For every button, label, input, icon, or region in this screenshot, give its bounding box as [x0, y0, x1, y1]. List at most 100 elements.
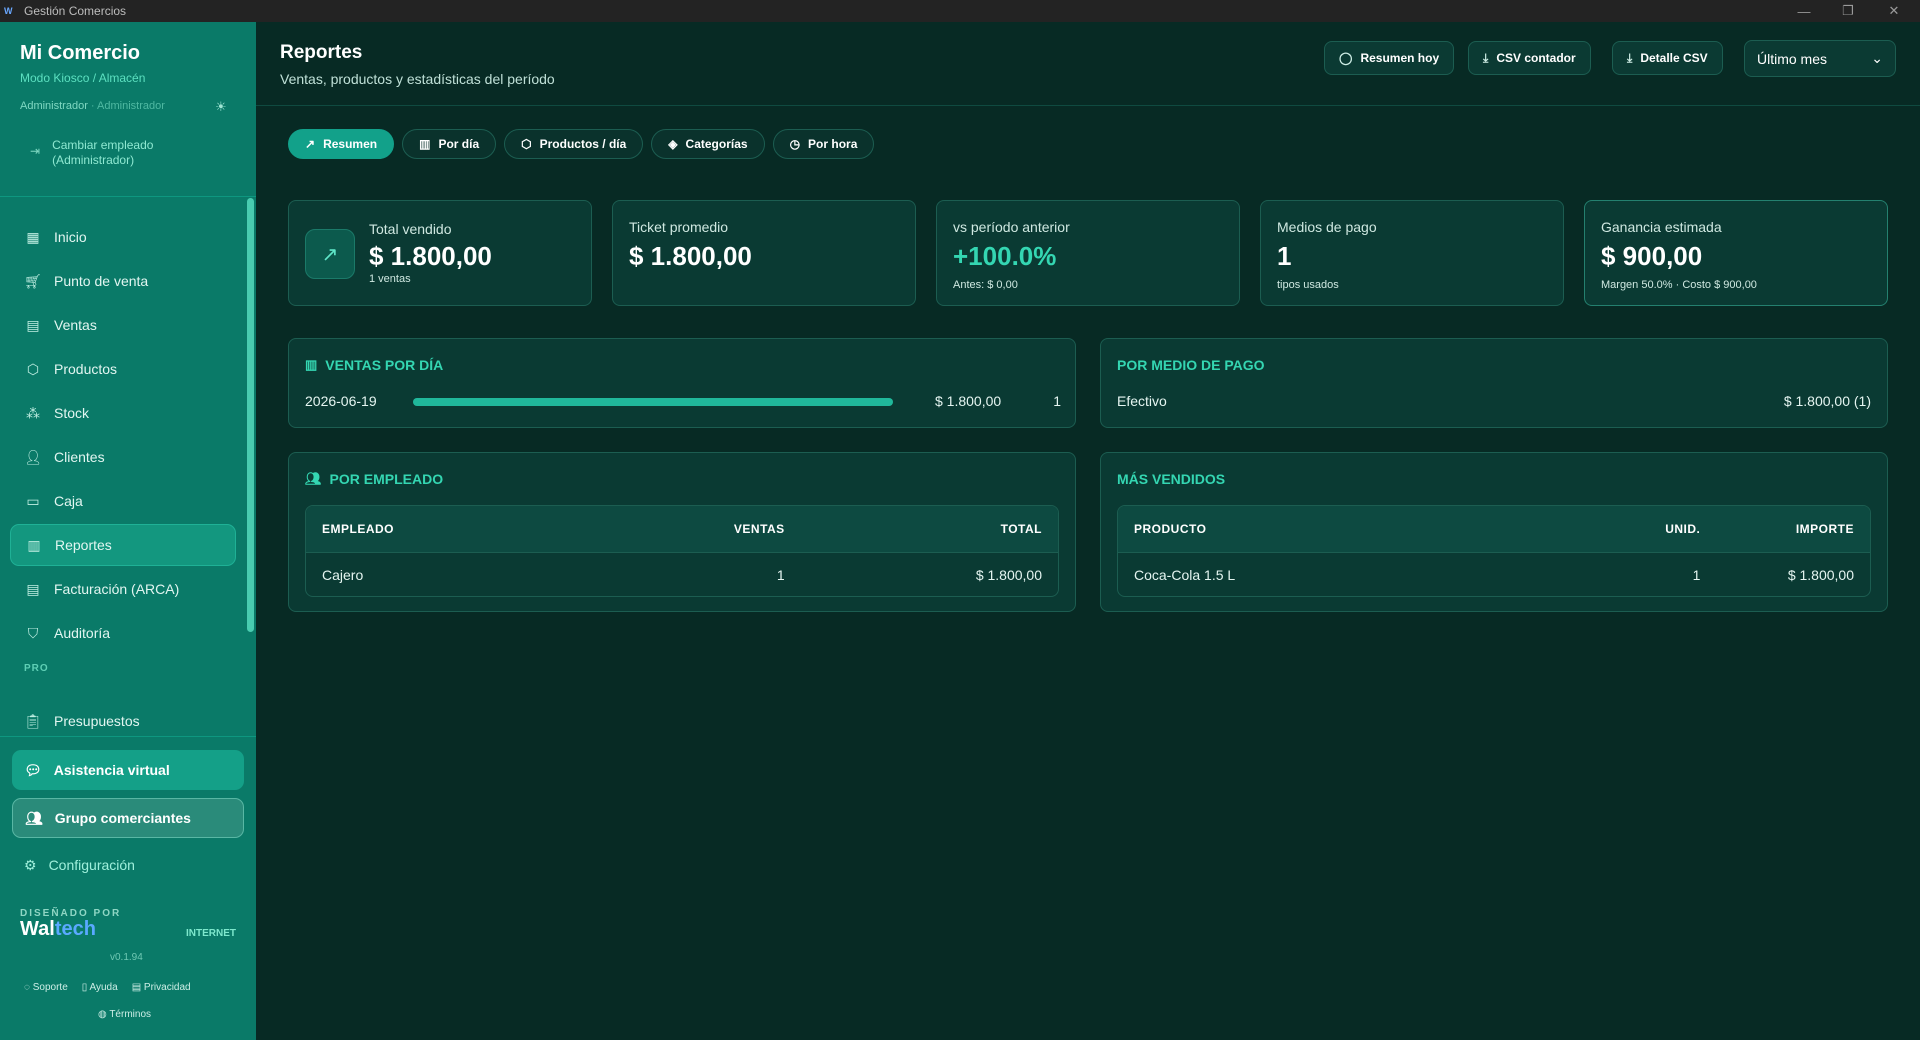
sidebar-item-label: Caja — [54, 493, 83, 509]
restore-button[interactable]: ❐ — [1826, 0, 1870, 22]
connection-status: INTERNET — [186, 928, 236, 939]
col-total: TOTAL — [1000, 522, 1042, 536]
ventas-dia-date: 2026-06-19 — [305, 393, 377, 409]
detalle-csv-button[interactable]: ⤓ Detalle CSV — [1612, 41, 1723, 75]
resumen-hoy-label: Resumen hoy — [1360, 51, 1440, 65]
por-empleado-title: 👥︎ POR EMPLEADO — [305, 471, 443, 487]
grid-icon: ▦ — [26, 228, 40, 245]
csv-contador-button[interactable]: ⤓ CSV contador — [1468, 41, 1591, 75]
vs-periodo-sub: Antes: $ 0,00 — [953, 279, 1018, 291]
sidebar-item-ventas[interactable]: ▤ Ventas — [10, 304, 236, 346]
ventas-por-dia-panel: ▥ VENTAS POR DÍA 2026-06-19 $ 1.800,00 1 — [288, 338, 1076, 428]
grupo-comerciantes-button[interactable]: 👥︎ Grupo comerciantes — [12, 798, 244, 838]
brand: Mi Comercio Modo Kiosco / Almacén — [20, 42, 145, 85]
chat-bubble-icon: 💬︎ — [24, 761, 42, 778]
tab-por-hora[interactable]: ◷ Por hora — [772, 129, 875, 159]
role-line: Administrador · Administrador — [20, 100, 165, 112]
tab-label: Categorías — [685, 137, 748, 151]
sidebar-divider — [0, 196, 256, 197]
col-ventas: VENTAS — [733, 522, 785, 536]
period-select[interactable]: Último mes ⌄ — [1744, 40, 1896, 77]
sidebar-item-clientes[interactable]: 👤︎ Clientes — [10, 436, 236, 478]
medios-pago-label: Medios de pago — [1277, 219, 1377, 235]
sidebar-item-punto-de-venta[interactable]: 🛒︎ Punto de venta — [10, 260, 236, 302]
app-version: v0.1.94 — [110, 952, 143, 963]
sidebar-scrollbar[interactable] — [247, 198, 254, 632]
config-label: Configuración — [48, 857, 135, 873]
pro-section-label: PRO — [24, 663, 49, 674]
sidebar-item-caja[interactable]: ▭ Caja — [10, 480, 236, 522]
cart-icon: 🛒︎ — [24, 272, 42, 289]
medio-pago-title: POR MEDIO DE PAGO — [1117, 357, 1265, 373]
tab-label: Productos / día — [539, 137, 627, 151]
ventas-dia-row: 2026-06-19 $ 1.800,00 1 — [305, 393, 1061, 413]
sidebar-item-facturacion[interactable]: ▤ Facturación (ARCA) — [10, 568, 236, 610]
ventas-dia-count: 1 — [1053, 393, 1061, 409]
vs-periodo-value: +100.0% — [953, 241, 1057, 271]
theme-toggle-sun-icon[interactable]: ☀ — [215, 100, 229, 114]
period-value: Último mes — [1757, 50, 1828, 67]
configuracion-link[interactable]: ⚙ Configuración — [12, 846, 244, 884]
minimize-button[interactable]: — — [1782, 0, 1826, 22]
mas-vendidos-panel: MÁS VENDIDOS PRODUCTO UNID. IMPORTE Coca… — [1100, 452, 1888, 612]
medio-pago-panel: POR MEDIO DE PAGO Efectivo $ 1.800,00 (1… — [1100, 338, 1888, 428]
sidebar-item-label: Inicio — [54, 229, 87, 245]
col-producto: PRODUCTO — [1134, 522, 1207, 536]
receipt-icon: ▤ — [26, 316, 40, 333]
csv-contador-label: CSV contador — [1496, 51, 1576, 65]
asistencia-virtual-button[interactable]: 💬︎ Asistencia virtual — [12, 750, 244, 790]
bar-chart-icon: ▥ — [27, 536, 41, 553]
role-secondary: · Administrador — [87, 100, 165, 112]
sidebar-item-stock[interactable]: ⁂ Stock — [10, 392, 236, 434]
medios-pago-value: 1 — [1277, 241, 1292, 271]
privacidad-label: Privacidad — [143, 982, 191, 993]
table-row: Cajero 1 $ 1.800,00 — [306, 552, 1058, 596]
cubes-icon: ⁂ — [26, 404, 40, 421]
sidebar: Mi Comercio Modo Kiosco / Almacén Admini… — [0, 22, 256, 1040]
ventas-dia-bar-track — [413, 398, 893, 406]
producto-name: Coca-Cola 1.5 L — [1134, 566, 1236, 583]
producto-unid: 1 — [1692, 566, 1701, 583]
tab-productos-dia[interactable]: ⬡ Productos / día — [504, 129, 644, 159]
tab-resumen[interactable]: ↗ Resumen — [288, 129, 395, 159]
privacidad-link[interactable]: ▤ Privacidad — [132, 982, 191, 993]
main-content: Reportes Ventas, productos y estadística… — [256, 22, 1920, 1040]
medios-pago-card: Medios de pago 1 tipos usados — [1260, 200, 1564, 306]
tab-por-dia[interactable]: ▥ Por día — [402, 129, 497, 159]
sidebar-item-reportes[interactable]: ▥ Reportes — [10, 524, 236, 566]
total-vendido-label: Total vendido — [369, 221, 452, 237]
role-primary: Administrador — [20, 100, 88, 112]
ganancia-label: Ganancia estimada — [1601, 219, 1722, 235]
ventas-por-dia-title: ▥ VENTAS POR DÍA — [305, 357, 443, 373]
soporte-link[interactable]: ◌ Soporte — [24, 982, 68, 993]
ganancia-value: $ 900,00 — [1601, 241, 1703, 271]
window-titlebar: W Gestión Comercios — ❐ ✕ — [0, 0, 1920, 22]
ventas-dia-bar-fill — [413, 398, 893, 406]
col-empleado: EMPLEADO — [322, 522, 395, 536]
vs-periodo-card: vs período anterior +100.0% Antes: $ 0,0… — [936, 200, 1240, 306]
chat-bubble-icon: ◯ — [1339, 51, 1353, 65]
close-button[interactable]: ✕ — [1872, 0, 1916, 22]
sidebar-item-productos[interactable]: ⬡ Productos — [10, 348, 236, 390]
globe-icon: ◍ — [98, 1009, 110, 1020]
switch-employee-button[interactable]: ⇥ Cambiar empleado (Administrador) — [30, 138, 153, 168]
ticket-promedio-label: Ticket promedio — [629, 219, 729, 235]
tab-categorias[interactable]: ◈ Categorías — [651, 129, 765, 159]
medios-pago-sub: tipos usados — [1277, 279, 1339, 291]
sidebar-item-label: Reportes — [55, 537, 112, 553]
box-icon: ⬡ — [521, 137, 532, 151]
sidebar-item-inicio[interactable]: ▦ Inicio — [10, 216, 236, 258]
terminos-link[interactable]: ◍ Términos — [98, 1009, 151, 1020]
total-vendido-value: $ 1.800,00 — [369, 241, 492, 271]
sidebar-nav: ▦ Inicio 🛒︎ Punto de venta ▤ Ventas ⬡ Produc… — [10, 216, 236, 656]
switch-employee-role: (Administrador) — [52, 153, 135, 167]
resumen-hoy-button[interactable]: ◯ Resumen hoy — [1324, 41, 1455, 75]
ganancia-card: Ganancia estimada $ 900,00 Margen 50.0% … — [1584, 200, 1888, 306]
ayuda-link[interactable]: ▯ Ayuda — [82, 982, 118, 993]
logout-arrow-icon: ⇥ — [30, 144, 41, 158]
gear-icon: ⚙ — [24, 856, 37, 873]
sidebar-item-auditoria[interactable]: ⛉ Auditoría — [10, 612, 236, 654]
total-vendido-card: ↗ Total vendido $ 1.800,00 1 ventas — [288, 200, 592, 306]
empleado-table: EMPLEADO VENTAS TOTAL Cajero 1 $ 1.800,0… — [305, 505, 1059, 597]
sidebar-item-label: Ventas — [54, 317, 97, 333]
